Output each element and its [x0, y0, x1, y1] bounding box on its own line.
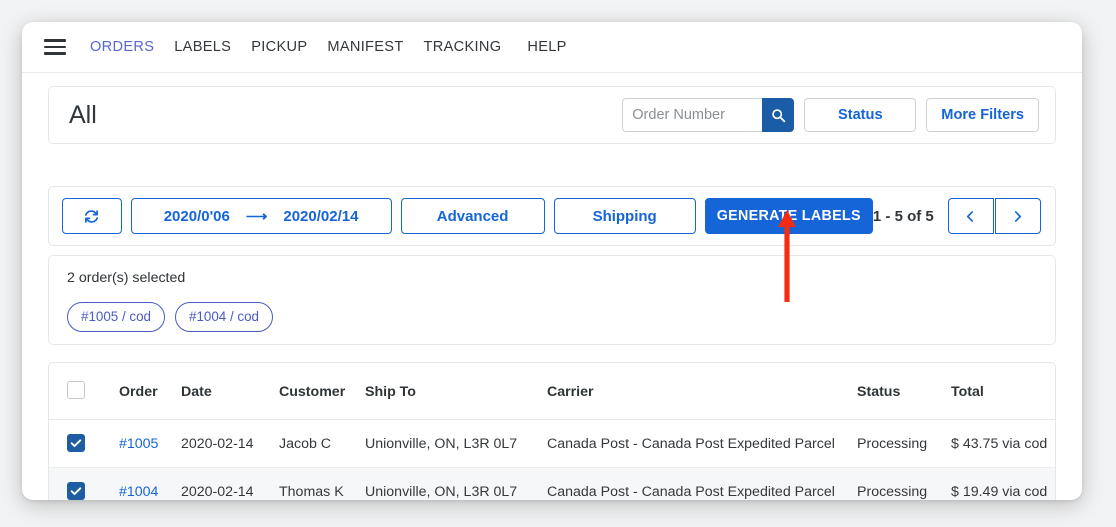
row-status-cell: Processing — [857, 419, 951, 468]
chevron-left-icon[interactable] — [947, 198, 994, 234]
table-row[interactable]: #1004 2020-02-14 Thomas K Unionville, ON… — [49, 467, 1055, 500]
row-customer-cell: Jacob C — [279, 419, 365, 468]
title-filter-panel: All Status More Filters — [48, 86, 1056, 144]
chevron-right-icon[interactable] — [994, 198, 1042, 234]
selected-order-chip[interactable]: #1004 / cod — [175, 302, 273, 332]
row-checkbox[interactable] — [67, 482, 85, 500]
orders-toolbar-panel: 2020/0'06 ⟶ 2020/02/14 Advanced Shipping… — [48, 186, 1056, 246]
column-header-ship-to[interactable]: Ship To — [365, 363, 547, 420]
more-filters-button[interactable]: More Filters — [926, 98, 1039, 132]
nav-item-pickup[interactable]: PICKUP — [251, 39, 307, 55]
orders-table-head: Order Date Customer Ship To Carrier Stat… — [49, 363, 1055, 420]
selected-order-chip[interactable]: #1005 / cod — [67, 302, 165, 332]
row-total-cell: $ 19.49 via cod — [951, 467, 1055, 500]
refresh-icon[interactable] — [62, 198, 122, 234]
row-carrier-cell: Canada Post - Canada Post Expedited Parc… — [547, 467, 857, 500]
row-ship-to-cell: Unionville, ON, L3R 0L7 — [365, 419, 547, 468]
hamburger-bar-2 — [44, 45, 66, 49]
column-header-carrier[interactable]: Carrier — [547, 363, 857, 420]
advanced-button[interactable]: Advanced — [400, 198, 545, 234]
nav-item-tracking[interactable]: TRACKING — [424, 39, 502, 55]
selection-summary-panel: 2 order(s) selected #1005 / cod #1004 / … — [48, 255, 1056, 345]
row-select-cell — [49, 467, 119, 500]
hamburger-bar-1 — [44, 39, 66, 42]
nav-item-labels[interactable]: LABELS — [174, 39, 231, 55]
orders-table-panel: Order Date Customer Ship To Carrier Stat… — [48, 362, 1056, 500]
row-date-cell: 2020-02-14 — [181, 419, 279, 468]
date-range-picker[interactable]: 2020/0'06 ⟶ 2020/02/14 — [130, 198, 392, 234]
table-row[interactable]: #1005 2020-02-14 Jacob C Unionville, ON,… — [49, 419, 1055, 468]
title-bar-actions: Status More Filters — [622, 98, 1039, 132]
orders-table: Order Date Customer Ship To Carrier Stat… — [49, 363, 1055, 500]
select-all-checkbox[interactable] — [67, 381, 85, 399]
row-date-cell: 2020-02-14 — [181, 467, 279, 500]
row-status-cell: Processing — [857, 467, 951, 500]
selected-orders-chip-list: #1005 / cod #1004 / cod — [67, 302, 1037, 332]
order-link[interactable]: #1004 — [119, 484, 158, 500]
page-title: All — [69, 100, 97, 129]
nav-item-orders[interactable]: ORDERS — [90, 39, 154, 55]
selected-count-label: 2 order(s) selected — [67, 270, 186, 286]
row-order-cell: #1005 — [119, 419, 181, 468]
order-search-group — [622, 98, 795, 132]
hamburger-bar-3 — [44, 52, 66, 55]
table-header-row: Order Date Customer Ship To Carrier Stat… — [49, 363, 1055, 420]
app-window: ORDERS LABELS PICKUP MANIFEST TRACKING H… — [22, 22, 1082, 500]
arrow-right-icon: ⟶ — [245, 208, 268, 225]
column-header-date[interactable]: Date — [181, 363, 279, 420]
column-header-customer[interactable]: Customer — [279, 363, 365, 420]
date-range-start: 2020/0'06 — [163, 207, 230, 225]
select-all-header-cell — [49, 363, 119, 420]
status-filter-button[interactable]: Status — [804, 98, 917, 132]
generate-labels-button[interactable]: GENERATE LABELS — [704, 198, 873, 234]
pagination-info: 1 - 5 of 5 — [872, 207, 934, 225]
row-customer-cell: Thomas K — [279, 467, 365, 500]
search-input[interactable] — [622, 98, 763, 132]
row-select-cell — [49, 419, 119, 468]
hamburger-menu-icon[interactable] — [44, 39, 66, 55]
search-icon[interactable] — [762, 98, 795, 132]
date-range-end: 2020/02/14 — [283, 207, 359, 225]
row-ship-to-cell: Unionville, ON, L3R 0L7 — [365, 467, 547, 500]
column-header-total[interactable]: Total — [951, 363, 1055, 420]
nav-item-help[interactable]: HELP — [527, 39, 566, 55]
column-header-order[interactable]: Order — [119, 363, 181, 420]
order-link[interactable]: #1005 — [119, 436, 158, 452]
row-order-cell: #1004 — [119, 467, 181, 500]
shipping-button[interactable]: Shipping — [553, 198, 696, 234]
column-header-status[interactable]: Status — [857, 363, 951, 420]
row-checkbox[interactable] — [67, 434, 85, 452]
orders-table-body: #1005 2020-02-14 Jacob C Unionville, ON,… — [49, 419, 1055, 500]
row-carrier-cell: Canada Post - Canada Post Expedited Parc… — [547, 419, 857, 468]
nav-item-manifest[interactable]: MANIFEST — [327, 39, 403, 55]
top-navigation-bar: ORDERS LABELS PICKUP MANIFEST TRACKING H… — [22, 22, 1082, 73]
row-total-cell: $ 43.75 via cod — [951, 419, 1055, 468]
